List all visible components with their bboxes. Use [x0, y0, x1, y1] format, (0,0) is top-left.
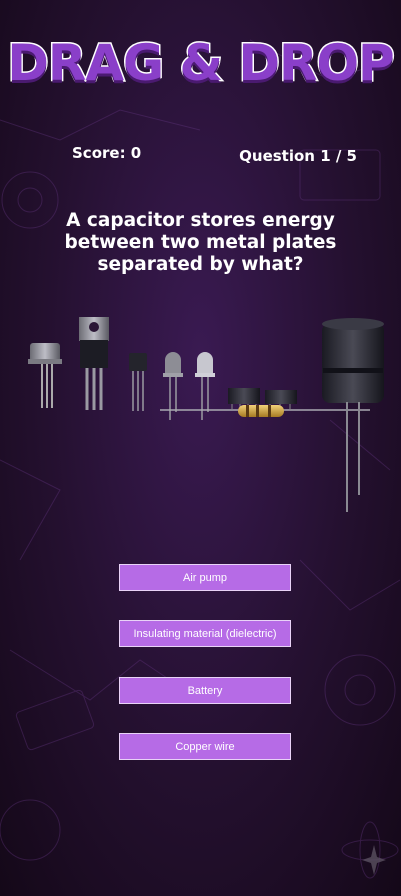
answer-option-air-pump[interactable]: Air pump	[119, 564, 291, 591]
answer-option-dielectric[interactable]: Insulating material (dielectric)	[119, 620, 291, 647]
question-counter: Question 1 / 5	[239, 147, 357, 165]
answer-option-battery[interactable]: Battery	[119, 677, 291, 704]
electrolytic-capacitor-icon	[322, 318, 384, 512]
sparkle-icon	[362, 845, 386, 875]
voltage-regulator-icon	[79, 317, 109, 410]
question-text: A capacitor stores energy between two me…	[64, 210, 337, 275]
electronic-components-illustration	[28, 317, 384, 512]
answer-option-copper-wire[interactable]: Copper wire	[119, 733, 291, 760]
small-transistor-icon	[129, 353, 147, 411]
game-title: DRAG & DROP	[6, 33, 396, 94]
transistor-metal-can-icon	[28, 343, 62, 408]
resistor-icon	[238, 405, 284, 417]
score-display: Score: 0	[72, 144, 142, 162]
